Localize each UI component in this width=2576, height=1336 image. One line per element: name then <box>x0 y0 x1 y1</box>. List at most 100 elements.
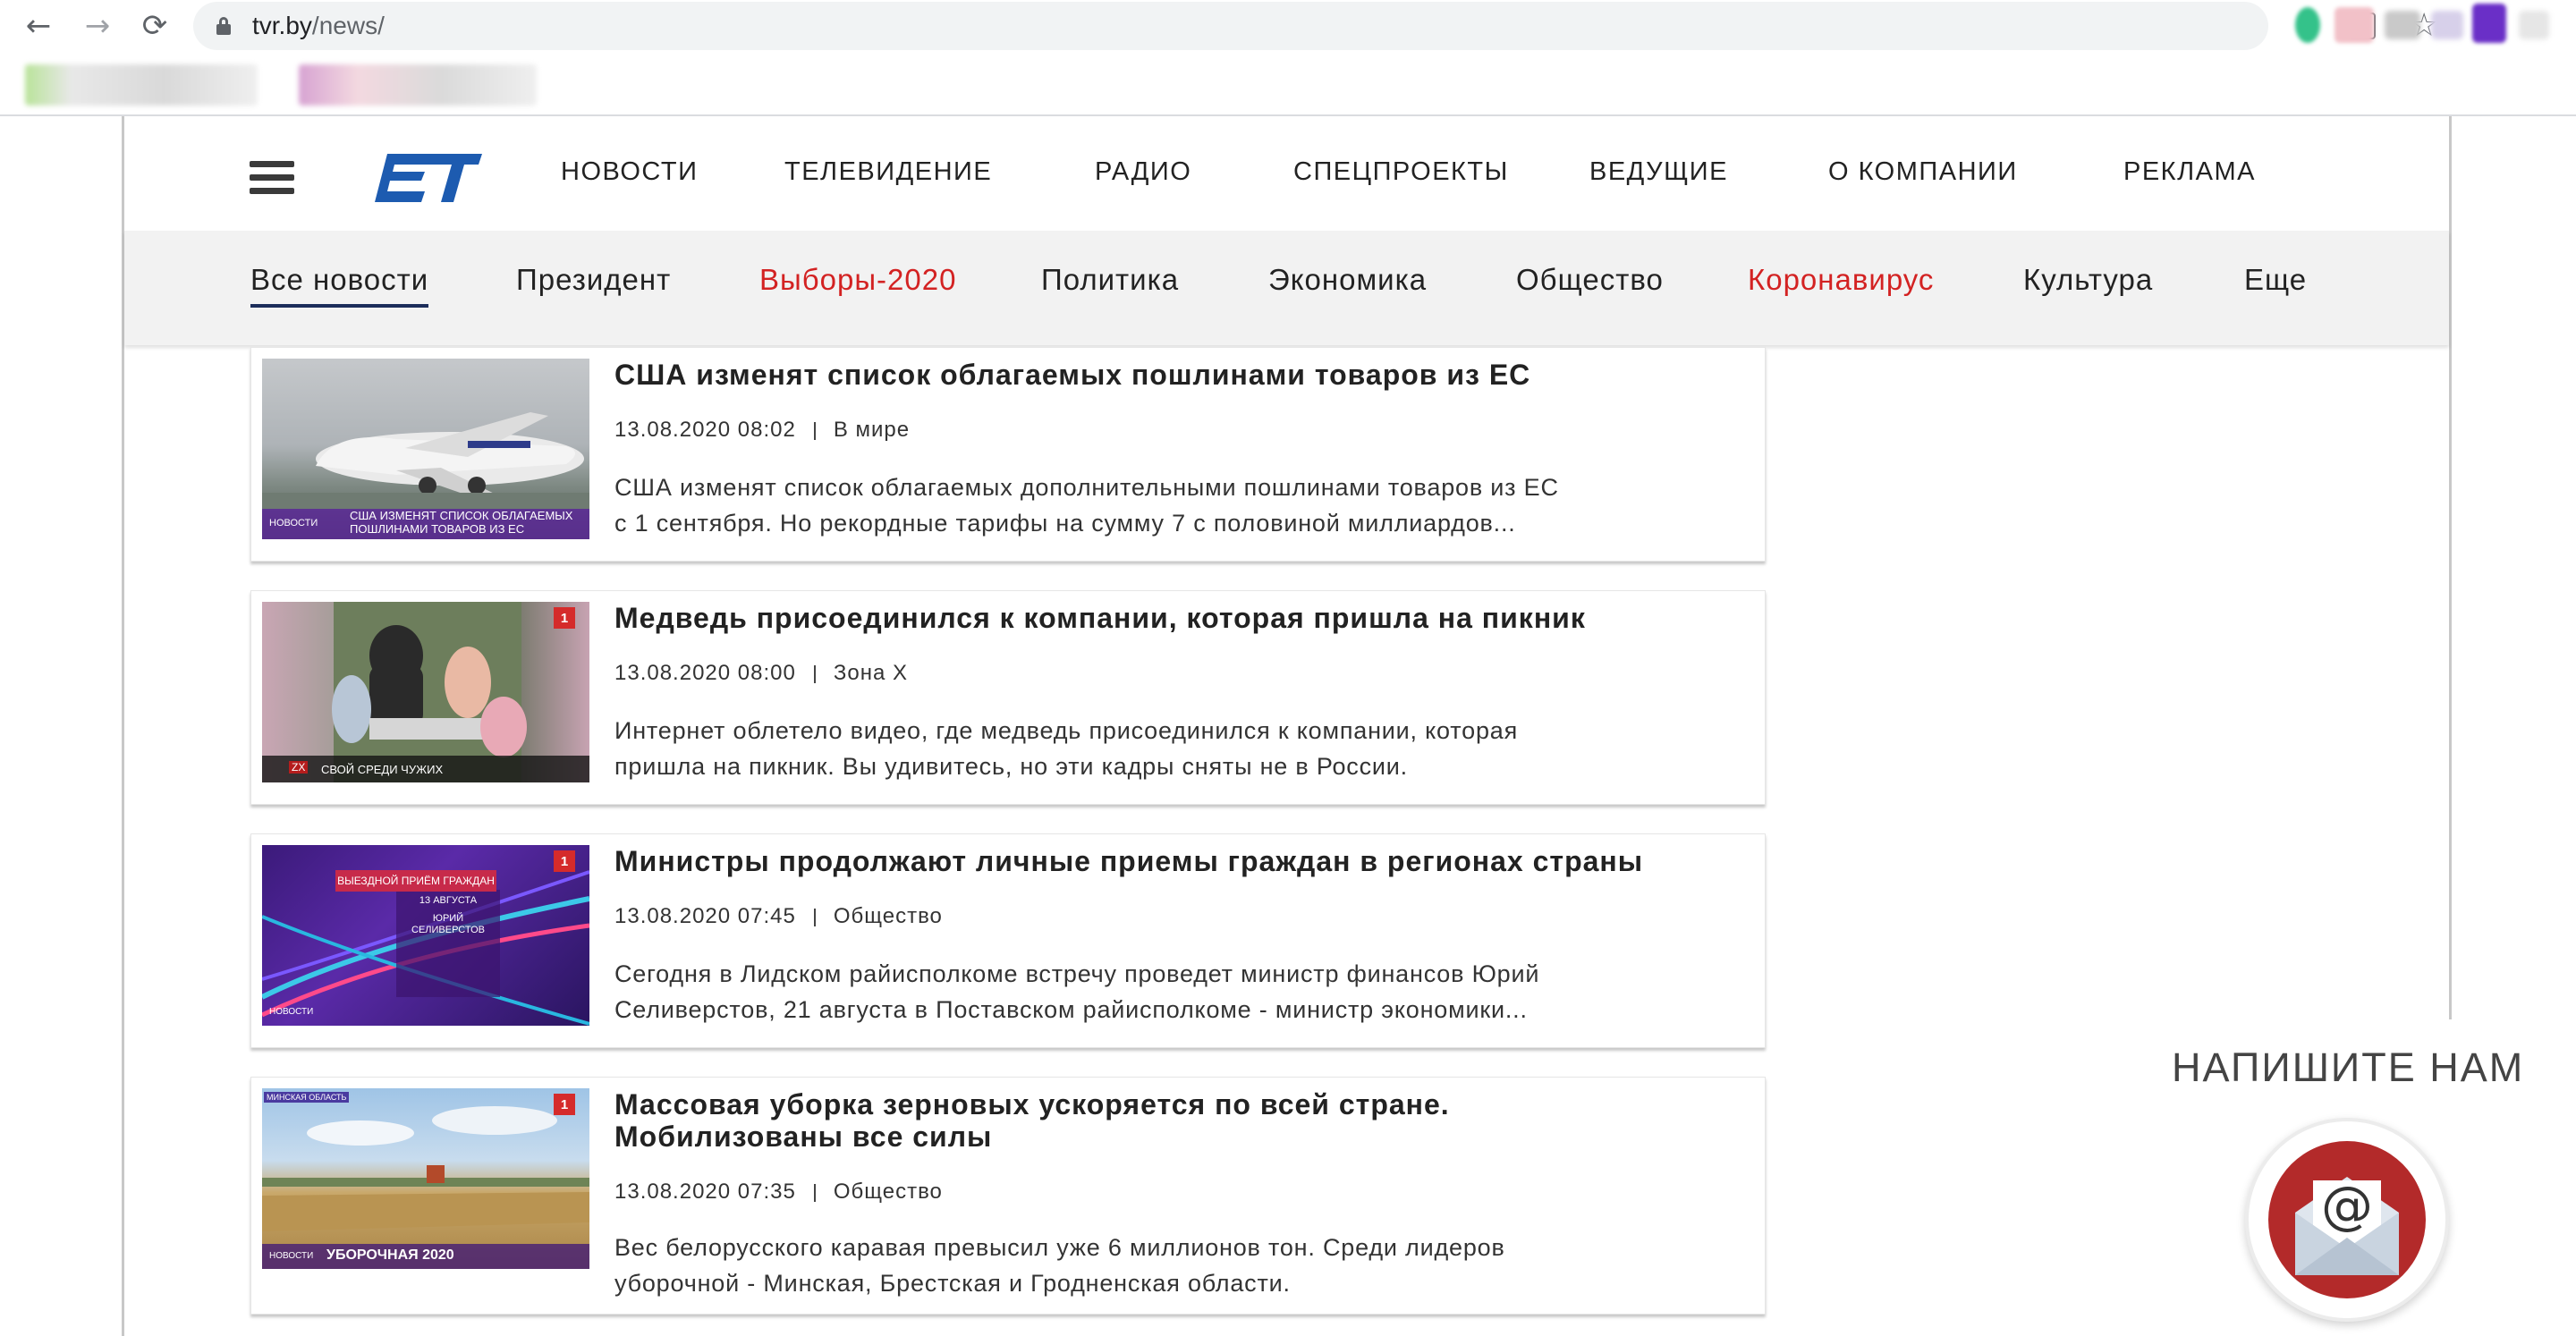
nav-radio[interactable]: РАДИО <box>1095 157 1191 187</box>
title-line: Массовая уборка зерновых ускоряется по в… <box>614 1088 1450 1120</box>
back-arrow-icon[interactable]: ← <box>21 8 55 44</box>
lock-icon <box>216 17 231 35</box>
write-to-us-button[interactable]: @ <box>2245 1118 2449 1322</box>
news-thumbnail[interactable]: 1 ZX СВОЙ СРЕДИ ЧУЖИХ <box>262 602 589 782</box>
extension-icon[interactable] <box>2431 11 2463 39</box>
excerpt-line: США изменят список облагаемых дополнител… <box>614 474 1559 501</box>
site-logo[interactable] <box>375 152 482 204</box>
category-society[interactable]: Общество <box>1516 263 1664 297</box>
at-sign-icon: @ <box>2321 1175 2373 1236</box>
news-meta: 13.08.2020 07:35 Общество <box>614 1180 943 1205</box>
thumbnail-caption: УБОРОЧНАЯ 2020 <box>326 1247 454 1263</box>
excerpt-line: Интернет облетело видео, где медведь при… <box>614 717 1519 744</box>
news-excerpt: Вес белорусского каравая превысил уже 6 … <box>614 1230 1733 1301</box>
excerpt-line: с 1 сентября. Но рекордные тарифы на сум… <box>614 510 1516 537</box>
bookmark-item[interactable] <box>25 64 258 106</box>
news-card[interactable]: 1 ZX СВОЙ СРЕДИ ЧУЖИХ Медведь присоедини… <box>250 590 1766 805</box>
channel-one-badge: 1 <box>554 607 575 629</box>
hamburger-menu-icon[interactable] <box>250 161 294 195</box>
write-to-us-label[interactable]: НАПИШИТЕ НАМ <box>2172 1044 2524 1091</box>
thumbnail-caption-line: ПОШЛИНАМИ ТОВАРОВ ИЗ ЕС <box>350 522 525 536</box>
avatar[interactable] <box>2472 4 2506 43</box>
category-president[interactable]: Президент <box>516 263 671 297</box>
news-category[interactable]: Общество <box>834 1180 943 1204</box>
news-meta: 13.08.2020 08:00 Зона Х <box>614 661 908 686</box>
news-card[interactable]: ВЫЕЗДНОЙ ПРИЁМ ГРАЖДАН 13 АВГУСТА ЮРИЙ С… <box>250 833 1766 1048</box>
thumbnail-caption-bar: ZX СВОЙ СРЕДИ ЧУЖИХ <box>262 756 589 782</box>
thumbnail-caption: СВОЙ СРЕДИ ЧУЖИХ <box>321 763 444 776</box>
nav-special-projects[interactable]: СПЕЦПРОЕКТЫ <box>1293 157 1509 187</box>
excerpt-line: Сегодня в Лидском райисполкоме встречу п… <box>614 960 1540 987</box>
extension-icon[interactable] <box>2334 7 2374 43</box>
news-thumbnail[interactable]: ВЫЕЗДНОЙ ПРИЁМ ГРАЖДАН 13 АВГУСТА ЮРИЙ С… <box>262 845 589 1026</box>
channel-one-badge: 1 <box>554 850 575 872</box>
browser-toolbar: ← → ⟳ tvr.by/news/ G ☆ <box>0 0 2576 52</box>
channel-one-badge: 1 <box>554 1094 575 1115</box>
news-category[interactable]: Зона Х <box>834 661 908 685</box>
news-title[interactable]: Медведь присоединился к компании, котора… <box>614 602 1741 634</box>
nav-news[interactable]: НОВОСТИ <box>561 157 698 187</box>
page-edge <box>2449 116 2452 1019</box>
news-date: 13.08.2020 07:35 <box>614 1180 796 1204</box>
news-thumbnail[interactable]: МИНСКАЯ ОБЛАСТЬ 1 НОВОСТИ УБОРОЧНАЯ 2020 <box>262 1088 589 1269</box>
thumbnail-tag: НОВОСТИ <box>269 1007 314 1017</box>
excerpt-line: Вес белорусского каравая превысил уже 6 … <box>614 1234 1505 1261</box>
excerpt-line: пришла на пикник. Вы удивитесь, но эти к… <box>614 753 1408 780</box>
category-all-news[interactable]: Все новости <box>250 263 429 308</box>
forward-arrow-icon[interactable]: → <box>80 8 114 44</box>
thumbnail-caption-bar: НОВОСТИ УБОРОЧНАЯ 2020 <box>262 1244 589 1269</box>
thumbnail-caption: ВЫЕЗДНОЙ ПРИЁМ ГРАЖДАН <box>335 870 496 892</box>
news-meta: 13.08.2020 07:45 Общество <box>614 904 943 929</box>
zonax-logo: ZX <box>289 761 309 774</box>
thumbnail-tag: НОВОСТИ <box>269 1251 314 1261</box>
thumbnail-date: 13 АВГУСТА <box>419 895 478 906</box>
news-date: 13.08.2020 08:00 <box>614 661 796 685</box>
reload-icon[interactable]: ⟳ <box>138 8 172 44</box>
news-date: 13.08.2020 08:02 <box>614 418 796 442</box>
news-category[interactable]: Общество <box>834 904 943 928</box>
thumbnail-caption-line: США ИЗМЕНЯТ СПИСОК ОБЛАГАЕМЫХ <box>350 509 573 522</box>
category-politics[interactable]: Политика <box>1041 263 1179 297</box>
nav-about[interactable]: О КОМПАНИИ <box>1828 157 2018 187</box>
url-host: tvr.by <box>252 12 312 39</box>
news-excerpt: США изменят список облагаемых дополнител… <box>614 469 1733 541</box>
news-excerpt: Интернет облетело видео, где медведь при… <box>614 713 1733 784</box>
thumbnail-caption: США ИЗМЕНЯТ СПИСОК ОБЛАГАЕМЫХ ПОШЛИНАМИ … <box>350 509 572 536</box>
site-header: НОВОСТИ ТЕЛЕВИДЕНИЕ РАДИО СПЕЦПРОЕКТЫ ВЕ… <box>124 116 2449 231</box>
category-more[interactable]: Еще <box>2244 263 2307 297</box>
news-meta: 13.08.2020 08:02 В мире <box>614 418 910 443</box>
extension-icon[interactable] <box>2519 11 2549 39</box>
thumbnail-caption-bar: НОВОСТИ США ИЗМЕНЯТ СПИСОК ОБЛАГАЕМЫХ ПО… <box>262 509 589 539</box>
title-line: Мобилизованы все силы <box>614 1120 993 1153</box>
news-card[interactable]: НОВОСТИ США ИЗМЕНЯТ СПИСОК ОБЛАГАЕМЫХ ПО… <box>250 347 1766 562</box>
region-label: МИНСКАЯ ОБЛАСТЬ <box>264 1092 350 1103</box>
news-title[interactable]: США изменят список облагаемых пошлинами … <box>614 359 1741 391</box>
nav-advertising[interactable]: РЕКЛАМА <box>2123 157 2256 187</box>
nav-television[interactable]: ТЕЛЕВИДЕНИЕ <box>784 157 992 187</box>
url-text[interactable]: tvr.by/news/ <box>252 12 385 40</box>
extension-icon[interactable] <box>2295 7 2320 43</box>
write-to-us-widget: НАПИШИТЕ НАМ @ <box>2125 1019 2563 1336</box>
extension-icon[interactable] <box>2385 11 2420 39</box>
news-card[interactable]: МИНСКАЯ ОБЛАСТЬ 1 НОВОСТИ УБОРОЧНАЯ 2020… <box>250 1077 1766 1315</box>
news-title[interactable]: Министры продолжают личные приемы гражда… <box>614 845 1741 877</box>
news-category[interactable]: В мире <box>834 418 910 442</box>
category-economy[interactable]: Экономика <box>1268 263 1427 297</box>
bookmarks-bar <box>0 52 2576 116</box>
thumbnail-name: ЮРИЙ СЕЛИВЕРСТОВ <box>411 913 485 935</box>
bookmark-item[interactable] <box>299 64 537 106</box>
category-coronavirus[interactable]: Коронавирус <box>1748 263 1934 297</box>
category-elections[interactable]: Выборы-2020 <box>759 263 956 297</box>
excerpt-line: Селиверстов, 21 августа в Поставском рай… <box>614 996 1528 1023</box>
category-nav: Все новости Президент Выборы-2020 Полити… <box>124 231 2449 345</box>
nav-hosts[interactable]: ВЕДУЩИЕ <box>1589 157 1728 187</box>
extensions-area <box>2290 4 2558 47</box>
news-thumbnail[interactable]: НОВОСТИ США ИЗМЕНЯТ СПИСОК ОБЛАГАЕМЫХ ПО… <box>262 359 589 539</box>
thumbnail-tag: НОВОСТИ <box>269 518 318 528</box>
news-title[interactable]: Массовая уборка зерновых ускоряется по в… <box>614 1088 1741 1153</box>
excerpt-line: уборочной - Минская, Брестская и Гроднен… <box>614 1270 1291 1297</box>
address-bar[interactable]: tvr.by/news/ G ☆ <box>193 2 2438 50</box>
news-date: 13.08.2020 07:45 <box>614 904 796 928</box>
category-culture[interactable]: Культура <box>2023 263 2153 297</box>
mail-envelope-icon: @ <box>2268 1141 2426 1298</box>
